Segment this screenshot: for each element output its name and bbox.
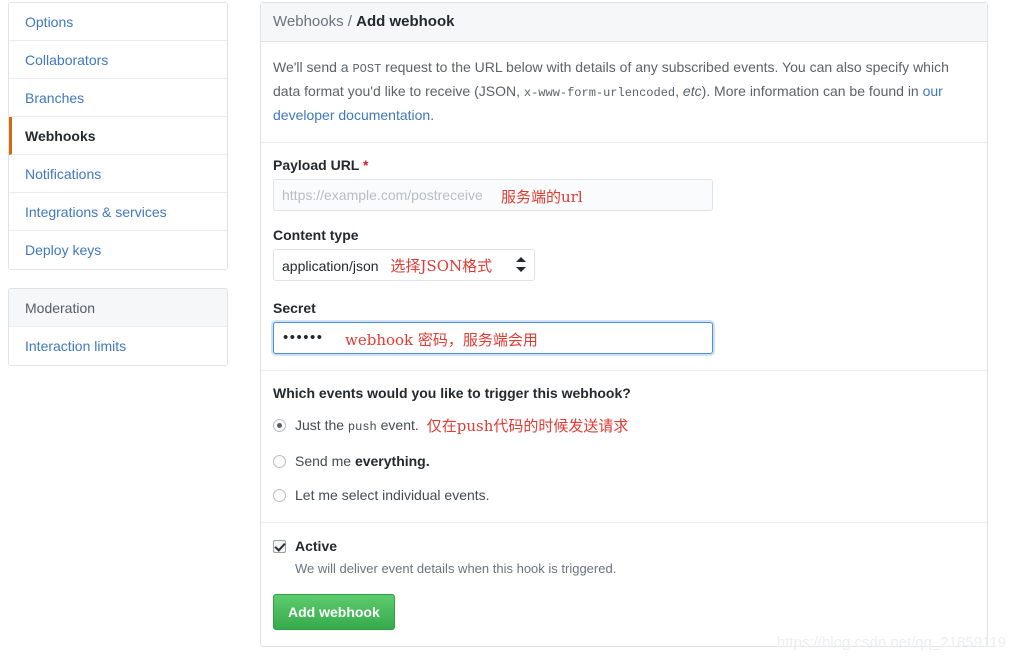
secret-label: Secret [273, 300, 316, 316]
event-option-just-push-suffix: event. [376, 416, 419, 433]
event-option-send-everything-prefix: Send me [295, 453, 355, 469]
active-submit-section: Active We will deliver event details whe… [261, 523, 987, 646]
breadcrumb-current: Add webhook [356, 13, 455, 30]
secret-input[interactable] [273, 322, 713, 354]
intro-text-4: ). More information can be found in [701, 83, 923, 99]
moderation-menu: Moderation Interaction limits [8, 288, 228, 366]
active-label: Active [295, 538, 338, 554]
breadcrumb: Webhooks / Add webhook [261, 3, 987, 42]
payload-url-required-marker: * [363, 157, 369, 173]
event-option-individual-label: Let me select individual events. [295, 487, 490, 503]
content-type-annotation: 选择JSON格式 [390, 257, 493, 275]
content-type-select-wrap: application/json 选择JSON格式 [273, 249, 535, 281]
page-root: Options Collaborators Branches Webhooks … [0, 0, 1014, 661]
sidebar-item-options[interactable]: Options [9, 3, 227, 41]
intro-code-post: POST [352, 62, 382, 76]
sidebar: Options Collaborators Branches Webhooks … [8, 2, 228, 366]
sidebar-item-integrations-services[interactable]: Integrations & services [9, 193, 227, 231]
event-option-send-everything[interactable]: Send me everything. [273, 452, 975, 470]
content-type-label: Content type [273, 227, 359, 243]
active-checkbox-icon[interactable] [273, 540, 286, 553]
sidebar-item-collaborators[interactable]: Collaborators [9, 41, 227, 79]
radio-send-everything-icon[interactable] [273, 454, 286, 468]
payload-url-row: 服务端的url [273, 179, 975, 211]
sidebar-item-notifications[interactable]: Notifications [9, 155, 227, 193]
webhook-fields-section: Payload URL * 服务端的url Content type appli… [261, 143, 987, 371]
intro-text-1: We'll send a [273, 59, 353, 75]
intro-paragraph: We'll send a POST request to the URL bel… [273, 56, 975, 126]
intro-text-5: . [430, 107, 435, 123]
event-option-just-push-prefix: Just the [295, 416, 348, 433]
sidebar-item-deploy-keys[interactable]: Deploy keys [9, 231, 227, 269]
intro-emphasis-etc: etc [682, 83, 702, 99]
intro-section: We'll send a POST request to the URL bel… [261, 42, 987, 143]
event-option-just-push-code: push [347, 419, 377, 434]
add-webhook-panel: Webhooks / Add webhook We'll send a POST… [260, 2, 988, 647]
active-description: We will deliver event details when this … [295, 561, 617, 576]
moderation-menu-header: Moderation [9, 289, 227, 327]
payload-url-input[interactable] [273, 179, 713, 211]
radio-individual-events-icon[interactable] [273, 488, 286, 502]
event-option-send-everything-bold: everything. [354, 453, 430, 469]
payload-url-label-text: Payload URL [273, 157, 360, 173]
sidebar-item-webhooks[interactable]: Webhooks [9, 117, 227, 155]
intro-text-3: , [675, 83, 683, 99]
trigger-events-section: Which events would you like to trigger t… [261, 371, 987, 523]
content-type-selected-value: application/json [282, 258, 379, 274]
event-option-send-everything-label: Send me everything. [295, 452, 430, 470]
sidebar-item-interaction-limits[interactable]: Interaction limits [9, 327, 227, 365]
event-option-individual[interactable]: Let me select individual events. [273, 486, 975, 504]
event-option-just-push-label: Just the push event. [295, 416, 419, 436]
secret-row: •••••• webhook 密码，服务端会用 [273, 322, 975, 354]
breadcrumb-separator: / [343, 13, 357, 30]
active-checkbox-row[interactable]: Active [273, 537, 975, 555]
add-webhook-button[interactable]: Add webhook [273, 594, 395, 630]
trigger-events-question: Which events would you like to trigger t… [273, 385, 631, 401]
payload-url-label: Payload URL * [273, 157, 975, 173]
intro-code-urlencoded: x-www-form-urlencoded [523, 86, 676, 100]
content-type-select[interactable]: application/json 选择JSON格式 [273, 249, 535, 281]
event-option-just-push[interactable]: Just the push event. 仅在push代码的时候发送请求 [273, 415, 975, 436]
repo-settings-menu: Options Collaborators Branches Webhooks … [8, 2, 228, 270]
sidebar-item-branches[interactable]: Branches [9, 79, 227, 117]
breadcrumb-parent-webhooks[interactable]: Webhooks [273, 13, 344, 30]
event-option-just-push-annotation: 仅在push代码的时候发送请求 [426, 417, 629, 435]
radio-just-push-icon[interactable] [273, 419, 286, 432]
